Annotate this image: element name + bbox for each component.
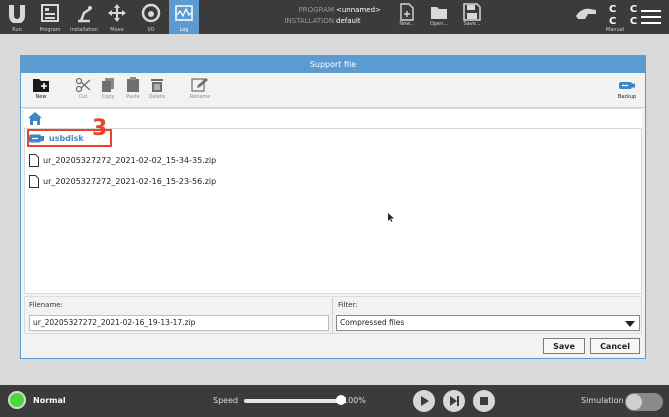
copy-button[interactable]: Copy <box>96 75 120 105</box>
step-marker: 3 <box>92 116 108 141</box>
top-bar: Run Program Installation Move I/O Log PR… <box>0 0 669 34</box>
file-icon <box>29 154 39 167</box>
paste-label: Paste <box>126 94 140 100</box>
status-indicator-icon[interactable] <box>8 391 26 409</box>
chevron-down-icon <box>625 321 635 327</box>
paste-icon <box>127 77 139 92</box>
nav-program[interactable]: Program <box>34 0 66 34</box>
rename-label: Rename <box>189 94 211 100</box>
program-key: PROGRAM <box>298 6 334 14</box>
delete-label: Delete <box>148 94 166 100</box>
program-icon <box>41 4 59 22</box>
list-item-file[interactable]: ur_20205327272_2021-02-02_15-34-35.zip <box>29 152 216 170</box>
open-folder-icon <box>431 7 447 19</box>
cut-button[interactable]: Cut <box>71 75 95 105</box>
mouse-cursor-icon <box>388 213 394 222</box>
nav-move-label: Move <box>110 27 124 33</box>
filename-label: Filename: <box>29 301 63 309</box>
new-folder-icon <box>33 79 49 92</box>
bottom-bar: Normal Speed 100% Simulation <box>0 385 669 417</box>
rename-button[interactable]: Rename <box>186 75 214 105</box>
pencil-icon <box>191 78 208 92</box>
robot-status-cc[interactable]: C CC C <box>609 4 642 28</box>
hamburger-menu-icon[interactable] <box>641 10 661 28</box>
cancel-button[interactable]: Cancel <box>590 338 640 354</box>
status-text: Normal <box>33 396 66 405</box>
speed-value: 100% <box>343 396 366 405</box>
delete-button[interactable]: Delete <box>145 75 169 105</box>
file-icon <box>29 175 39 188</box>
save-button[interactable]: Save <box>543 338 585 354</box>
move-arrows-icon <box>108 4 126 22</box>
stop-button[interactable] <box>473 390 495 412</box>
backup-label: Backup <box>617 94 637 100</box>
log-icon <box>175 5 193 21</box>
mode-button[interactable]: Manual <box>572 4 624 34</box>
stop-icon <box>480 397 488 405</box>
nav-log[interactable]: Log <box>169 0 199 34</box>
nav-installation[interactable]: Installation <box>68 0 100 34</box>
support-file-dialog: Support file New Cut Copy Paste Delete R… <box>20 55 646 359</box>
filter-label: Filter: <box>338 301 358 309</box>
file-name: ur_20205327272_2021-02-16_15-23-56.zip <box>43 177 217 186</box>
save-program-button[interactable]: Save... <box>458 3 486 33</box>
open-program-button[interactable]: Open... <box>425 3 453 33</box>
toggle-knob <box>626 394 642 410</box>
home-icon[interactable] <box>28 112 42 125</box>
program-info: PROGRAM <unnamed> INSTALLATION default <box>278 5 381 27</box>
save-icon <box>463 3 481 21</box>
copy-label: Copy <box>101 94 115 100</box>
dialog-title: Support file <box>21 56 645 73</box>
nav-move[interactable]: Move <box>102 0 132 34</box>
nav-log-label: Log <box>179 27 189 33</box>
usb-backup-icon <box>619 82 635 89</box>
step-button[interactable] <box>443 390 465 412</box>
file-toolbar: New Cut Copy Paste Delete Rename Backup <box>21 73 645 108</box>
scissors-icon <box>75 77 91 93</box>
nav-installation-label: Installation <box>70 27 98 33</box>
save-program-label: Save... <box>463 21 481 27</box>
filter-select[interactable]: Compressed files <box>336 315 640 331</box>
trash-icon <box>151 79 163 92</box>
io-icon <box>141 3 161 23</box>
backup-button[interactable]: Backup <box>615 75 639 105</box>
play-button[interactable] <box>413 390 435 412</box>
file-list: usbdisk ur_20205327272_2021-02-02_15-34-… <box>24 128 642 294</box>
nav-run[interactable]: Run <box>2 0 32 34</box>
filter-value: Compressed files <box>340 318 405 327</box>
program-value: <unnamed> <box>336 6 381 14</box>
nav-program-label: Program <box>39 27 61 33</box>
step-forward-icon <box>450 396 459 406</box>
hand-icon <box>576 8 596 19</box>
new-program-button[interactable]: New... <box>393 3 421 33</box>
filename-input[interactable]: ur_20205327272_2021-02-16_19-13-17.zip <box>29 315 329 331</box>
robot-arm-icon <box>78 6 92 23</box>
divider <box>332 298 333 334</box>
play-icon <box>421 396 429 406</box>
copy-icon <box>102 78 114 92</box>
path-bar <box>24 108 642 129</box>
speed-label: Speed <box>213 396 239 405</box>
ur-logo-icon <box>9 5 25 23</box>
nav-run-label: Run <box>12 27 22 33</box>
nav-io-label: I/O <box>147 27 155 33</box>
installation-key: INSTALLATION <box>284 17 334 25</box>
simulation-toggle[interactable] <box>625 393 663 411</box>
paste-button[interactable]: Paste <box>121 75 145 105</box>
new-file-icon <box>400 3 414 21</box>
cut-label: Cut <box>78 94 88 100</box>
new-folder-button[interactable]: New <box>29 75 53 105</box>
open-program-label: Open... <box>429 21 449 27</box>
new-folder-label: New <box>35 94 47 100</box>
nav-io[interactable]: I/O <box>136 0 166 34</box>
speed-slider[interactable] <box>244 395 346 405</box>
installation-value: default <box>336 17 361 25</box>
list-item-file[interactable]: ur_20205327272_2021-02-16_15-23-56.zip <box>29 173 216 191</box>
new-program-label: New... <box>399 21 415 27</box>
simulation-label: Simulation <box>581 396 624 405</box>
file-name: ur_20205327272_2021-02-02_15-34-35.zip <box>43 156 217 165</box>
